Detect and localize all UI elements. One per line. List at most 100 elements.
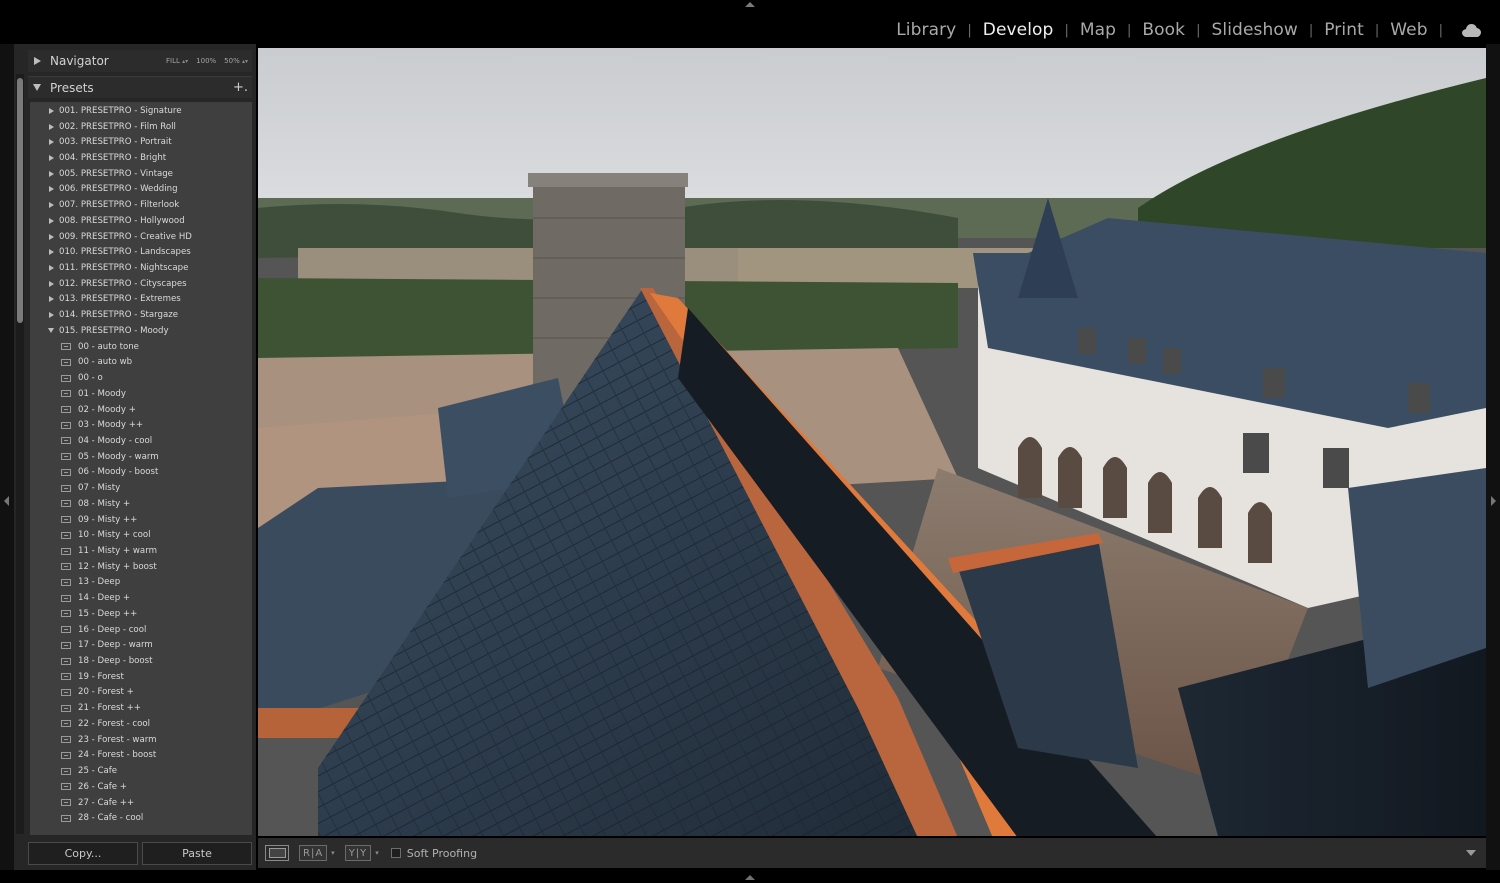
preset-item[interactable]: 05 - Moody - warm [30,449,252,465]
preset-icon [61,720,71,728]
preset-item[interactable]: 19 - Forest [30,669,252,685]
preset-item[interactable]: 00 - auto tone [30,339,252,355]
module-tab-map[interactable]: Map [1080,20,1116,40]
preset-group[interactable]: 013. PRESETPRO - Extremes [30,292,252,308]
module-tab-develop[interactable]: Develop [983,20,1054,40]
preset-group[interactable]: 006. PRESETPRO - Wedding [30,182,252,198]
scrollbar-thumb[interactable] [17,78,23,323]
preset-item[interactable]: 15 - Deep ++ [30,606,252,622]
preset-group[interactable]: 002. PRESETPRO - Film Roll [30,119,252,135]
photo-image [258,48,1486,836]
preset-item[interactable]: 27 - Cafe ++ [30,795,252,811]
module-tab-web[interactable]: Web [1390,20,1427,40]
panel-collapse-top-icon[interactable] [745,2,755,7]
preset-label: 00 - auto wb [78,357,133,368]
navigator-title: Navigator [50,54,109,68]
module-tab-library[interactable]: Library [896,20,956,40]
preset-item[interactable]: 03 - Moody ++ [30,417,252,433]
preset-item[interactable]: 01 - Moody [30,386,252,402]
preset-icon [61,563,71,571]
preset-item[interactable]: 11 - Misty + warm [30,543,252,559]
add-preset-button[interactable]: +. [233,80,248,95]
panel-collapse-bottom-icon[interactable] [745,875,755,880]
preset-group[interactable]: 008. PRESETPRO - Hollywood [30,213,252,229]
preset-item[interactable]: 06 - Moody - boost [30,465,252,481]
preset-label: 28 - Cafe - cool [78,813,144,824]
preset-label: 18 - Deep - boost [78,656,153,667]
preset-item[interactable]: 04 - Moody - cool [30,433,252,449]
preset-label: 003. PRESETPRO - Portrait [59,137,172,148]
preset-icon [61,657,71,665]
preset-item[interactable]: 13 - Deep [30,575,252,591]
loupe-view-button[interactable] [265,845,289,861]
preset-label: 12 - Misty + boost [78,561,157,572]
preset-icon [61,516,71,524]
preset-icon [61,453,71,461]
preset-item[interactable]: 26 - Cafe + [30,779,252,795]
preset-item[interactable]: 22 - Forest - cool [30,716,252,732]
preset-item[interactable]: 12 - Misty + boost [30,559,252,575]
preset-group[interactable]: 014. PRESETPRO - Stargaze [30,307,252,323]
preset-item[interactable]: 18 - Deep - boost [30,653,252,669]
preset-label: 27 - Cafe ++ [78,797,135,808]
preset-item[interactable]: 08 - Misty + [30,496,252,512]
soft-proofing-checkbox[interactable] [390,848,401,858]
paste-button[interactable]: Paste [142,842,252,865]
preset-icon [61,641,71,649]
preset-item[interactable]: 07 - Misty [30,480,252,496]
preset-label: 015. PRESETPRO - Moody [59,325,169,336]
preset-item[interactable]: 10 - Misty + cool [30,527,252,543]
preset-item[interactable]: 24 - Forest - boost [30,748,252,764]
preset-icon [61,484,71,492]
preset-group[interactable]: 001. PRESETPRO - Signature [30,103,252,119]
preset-item[interactable]: 16 - Deep - cool [30,622,252,638]
preset-item[interactable]: 25 - Cafe [30,763,252,779]
preset-item[interactable]: 23 - Forest - warm [30,732,252,748]
preset-group[interactable]: 004. PRESETPRO - Bright [30,150,252,166]
preset-label: 008. PRESETPRO - Hollywood [59,215,185,226]
preset-item[interactable]: 09 - Misty ++ [30,512,252,528]
preset-group[interactable]: 005. PRESETPRO - Vintage [30,166,252,182]
yy-compare-button[interactable]: Y|Y [344,845,372,861]
toolbar-menu-icon[interactable] [1466,850,1476,856]
preset-label: 006. PRESETPRO - Wedding [59,184,178,195]
preset-group[interactable]: 003. PRESETPRO - Portrait [30,134,252,150]
module-tab-slideshow[interactable]: Slideshow [1212,20,1298,40]
preset-label: 011. PRESETPRO - Nightscape [59,263,189,274]
navigator-panel-header[interactable]: Navigator FILL ▴▾ 100% 50% ▴▾ [28,50,252,72]
preset-group-expanded[interactable]: 015. PRESETPRO - Moody [30,323,252,339]
preset-group[interactable]: 011. PRESETPRO - Nightscape [30,260,252,276]
chevron-down-icon[interactable]: ▾ [331,849,335,857]
expand-triangle-icon [49,186,54,193]
preset-item[interactable]: 14 - Deep + [30,590,252,606]
preset-group[interactable]: 007. PRESETPRO - Filterlook [30,197,252,213]
preset-item[interactable]: 28 - Cafe - cool [30,810,252,826]
preset-label: 004. PRESETPRO - Bright [59,153,167,163]
preset-label: 16 - Deep - cool [78,624,147,635]
zoom-50-option[interactable]: 50% ▴▾ [224,57,248,65]
before-after-button[interactable]: R|A [299,845,328,861]
expand-triangle-icon [49,217,54,224]
presets-panel-header[interactable]: Presets +. [28,76,252,98]
module-tab-book[interactable]: Book [1142,20,1185,40]
cloud-icon[interactable] [1460,23,1482,37]
preset-item[interactable]: 21 - Forest ++ [30,700,252,716]
panel-collapse-right-icon[interactable] [1491,496,1496,506]
preset-item[interactable]: 00 - o [30,370,252,386]
photo-canvas[interactable] [258,48,1486,836]
preset-group[interactable]: 009. PRESETPRO - Creative HD [30,229,252,245]
preset-label: 14 - Deep + [78,593,131,604]
zoom-fill-option[interactable]: FILL ▴▾ [166,57,188,65]
panel-collapse-left-icon[interactable] [4,496,9,506]
copy-button[interactable]: Copy... [28,842,138,865]
preset-item[interactable]: 20 - Forest + [30,685,252,701]
preset-group[interactable]: 010. PRESETPRO - Landscapes [30,244,252,260]
chevron-down-icon[interactable]: ▾ [375,849,379,857]
preset-item[interactable]: 17 - Deep - warm [30,637,252,653]
preset-item[interactable]: 02 - Moody + [30,402,252,418]
module-tab-print[interactable]: Print [1324,20,1364,40]
preset-label: 22 - Forest - cool [78,718,151,729]
preset-group[interactable]: 012. PRESETPRO - Cityscapes [30,276,252,292]
preset-item[interactable]: 00 - auto wb [30,355,252,371]
zoom-100-option[interactable]: 100% [196,57,216,65]
